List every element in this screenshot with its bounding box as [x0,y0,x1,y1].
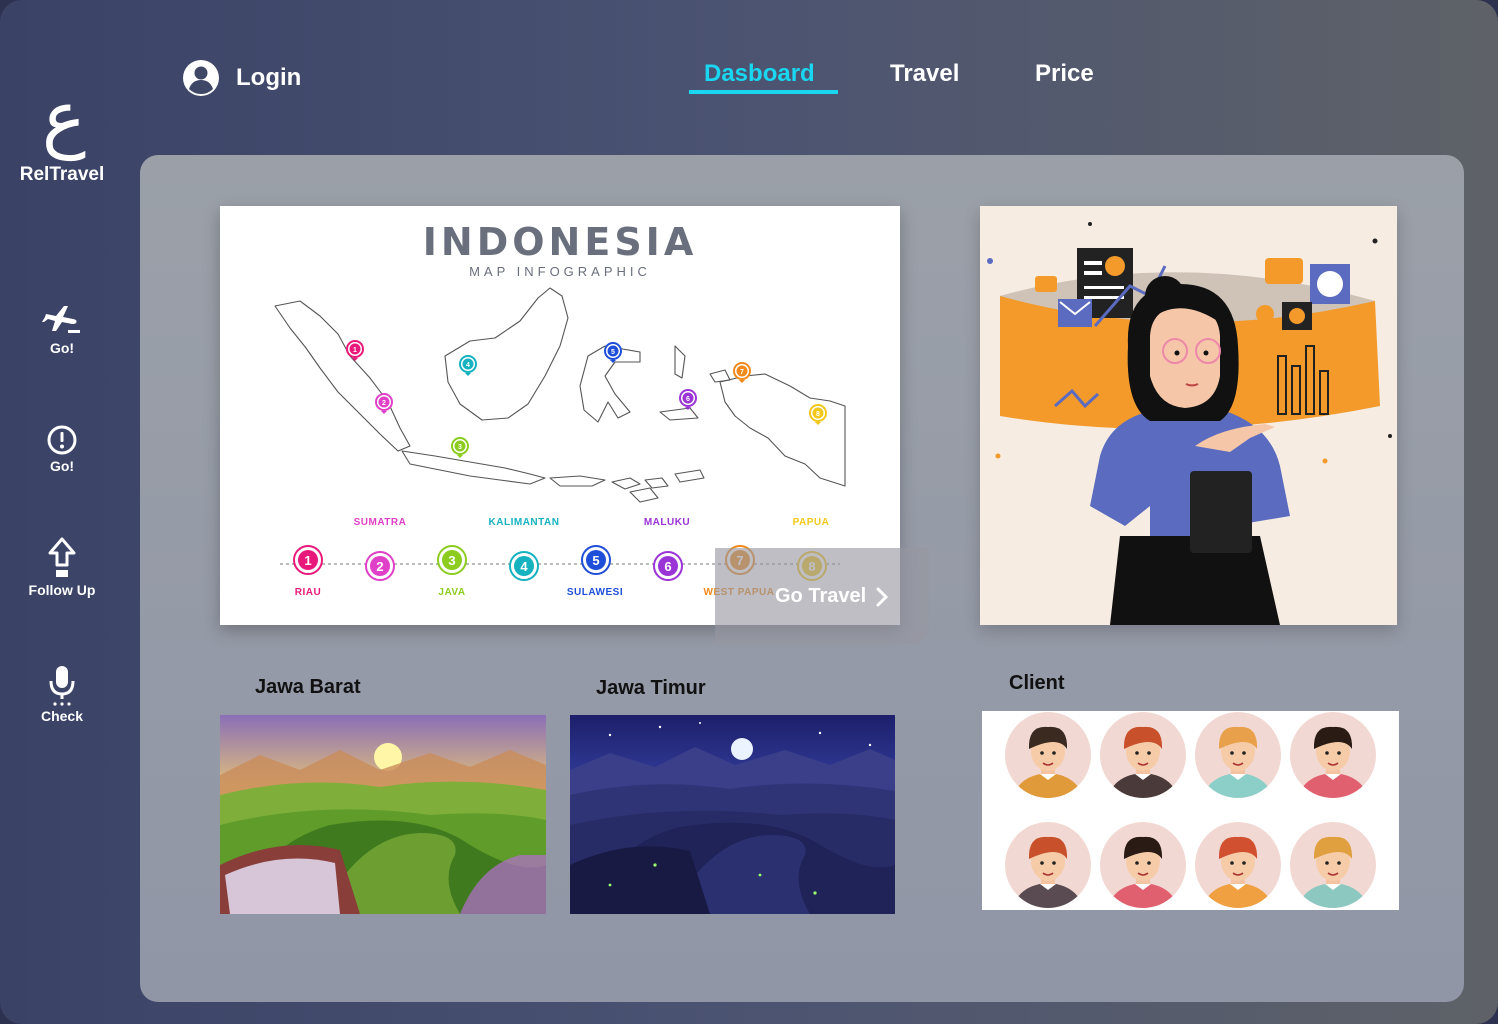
svg-text:2: 2 [382,400,386,407]
arrow-up-icon [48,537,76,577]
login-button[interactable]: Login [182,58,301,98]
svg-text:4: 4 [466,362,470,369]
sidebar-item-label: Check [40,708,84,724]
svg-text:5: 5 [611,349,615,356]
client-avatar [1005,712,1091,798]
sidebar-item-label: Follow Up [28,582,96,598]
destination-title-jawa-barat: Jawa Barat [255,676,361,698]
go-travel-button[interactable]: Go Travel [715,548,929,644]
client-avatar-grid [1005,712,1376,908]
jawa-barat-photo[interactable] [220,715,546,914]
destination-title-jawa-timur: Jawa Timur [596,677,706,699]
region-label-kalimantan: KALIMANTAN [488,517,560,528]
go-travel-label: Go Travel [775,585,867,607]
timeline-pin-4: 4 [509,551,539,581]
timeline-pin-6: 6 [653,551,683,581]
client-avatar [1195,712,1281,798]
map-pin-7: 7 [733,362,751,383]
airplane-icon [42,306,80,333]
region-label-riau: RIAU [294,587,322,598]
client-avatar [1290,822,1376,908]
client-avatar [1195,822,1281,908]
client-avatar [1100,822,1186,908]
brand-logo: ع [41,75,87,161]
svg-text:6: 6 [686,396,690,403]
region-label-maluku: MALUKU [643,517,691,528]
timeline-pin-3: 3 [437,545,467,575]
tab-travel[interactable]: Travel [890,60,959,88]
brand-name: RelTravel [19,164,105,185]
timeline-pin-1: 1 [293,545,323,575]
svg-text:1: 1 [304,553,311,568]
client-section-title: Client [1009,672,1065,694]
tab-dashboard[interactable]: Dasboard [704,60,815,88]
sidebar-item-label: Go! [49,458,75,474]
tab-price[interactable]: Price [1035,60,1094,88]
client-avatar [1290,712,1376,798]
svg-text:6: 6 [664,559,671,574]
svg-text:3: 3 [448,553,455,568]
sidebar-item-check[interactable]: Check [0,664,124,724]
sidebar-item-label: Go! [49,340,75,356]
map-pin-2: 2 [375,393,393,414]
client-avatars-panel [982,711,1399,910]
svg-text:8: 8 [816,411,820,418]
sidebar-item-go-alert[interactable]: Go! [0,424,124,474]
region-label-sulawesi: SULAWESI [566,587,624,598]
map-pin-1: 1 [346,340,364,361]
alert-circle-icon [47,425,77,455]
svg-text:3: 3 [458,444,462,451]
svg-text:5: 5 [592,553,599,568]
woman-analytics-illustration [987,222,1392,625]
map-pin-3: 3 [451,437,469,458]
sidebar-item-go-flight[interactable]: Go! [0,300,124,356]
sidebar: ع RelTravel Go! Go! Follow Up Check [0,0,140,1024]
svg-text:1: 1 [353,347,357,354]
svg-text:2: 2 [376,559,383,574]
svg-text:4: 4 [520,559,528,574]
map-pin-8: 8 [809,404,827,425]
region-label-java: JAVA [438,587,466,598]
sidebar-item-follow-up[interactable]: Follow Up [0,537,124,598]
timeline-pin-2: 2 [365,551,395,581]
user-avatar-icon [183,60,219,96]
svg-text:7: 7 [740,369,744,376]
analytics-illustration [980,206,1397,625]
active-tab-indicator [689,90,838,94]
chevron-right-icon [876,587,889,607]
timeline-pin-5: 5 [581,545,611,575]
client-avatar [1005,822,1091,908]
jawa-timur-photo[interactable] [570,715,895,914]
client-avatar [1100,712,1186,798]
map-pin-5: 5 [604,342,622,363]
app-window: ع RelTravel Go! Go! Follow Up Check Logi… [0,0,1498,1024]
login-label: Login [236,64,302,91]
region-label-sumatra: SUMATRA [353,517,407,528]
region-label-papua: PAPUA [792,517,830,528]
map-pin-6: 6 [679,389,697,410]
microphone-icon [49,666,75,706]
map-pin-4: 4 [459,355,477,376]
